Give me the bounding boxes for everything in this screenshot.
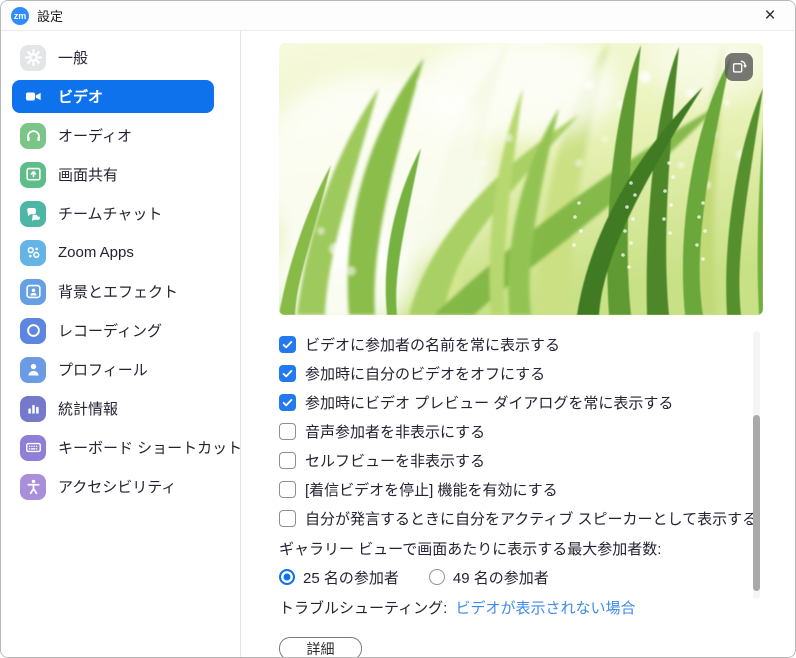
checkbox-label: 自分が発言するときに自分をアクティブ スピーカーとして表示する	[305, 508, 757, 529]
sidebar-item-label: レコーディング	[58, 320, 162, 341]
headphones-icon	[20, 123, 46, 149]
titlebar: zm 設定 ×	[1, 1, 795, 31]
sidebar-item-screen-share[interactable]: 画面共有	[12, 158, 214, 191]
checkbox-label: ビデオに参加者の名前を常に表示する	[305, 334, 560, 355]
sidebar-item-general[interactable]: 一般	[12, 41, 214, 74]
profile-icon	[20, 357, 46, 383]
checkbox-label: 参加時にビデオ プレビュー ダイアログを常に表示する	[305, 392, 673, 413]
checkbox-unchecked[interactable]	[279, 452, 296, 469]
accessibility-icon	[20, 474, 46, 500]
radio-25-participants[interactable]: 25 名の参加者	[279, 567, 399, 588]
close-button[interactable]: ×	[755, 3, 785, 29]
rotate-icon[interactable]	[725, 53, 753, 81]
checkbox-row[interactable]: 音声参加者を非表示にする	[279, 417, 795, 446]
zoom-logo-icon: zm	[11, 7, 29, 25]
radio-49-participants[interactable]: 49 名の参加者	[429, 567, 549, 588]
window-title: 設定	[37, 6, 63, 25]
sidebar-item-video[interactable]: ビデオ	[12, 80, 214, 113]
sidebar-item-profile[interactable]: プロフィール	[12, 353, 214, 386]
checkbox-label: 音声参加者を非表示にする	[305, 421, 485, 442]
checkbox-row[interactable]: [着信ビデオを停止] 機能を有効にする	[279, 475, 795, 504]
checkbox-row[interactable]: セルフビューを非表示する	[279, 446, 795, 475]
advanced-button[interactable]: 詳細	[279, 637, 362, 658]
screen-share-icon	[20, 162, 46, 188]
checkbox-label: 参加時に自分のビデオをオフにする	[305, 363, 545, 384]
sidebar-item-label: キーボード ショートカット	[58, 437, 242, 458]
radio-selected[interactable]	[279, 569, 295, 585]
sidebar-item-accessibility[interactable]: アクセシビリティ	[12, 470, 214, 503]
checkbox-label: [着信ビデオを停止] 機能を有効にする	[305, 479, 558, 500]
record-icon	[20, 318, 46, 344]
sidebar-item-label: 背景とエフェクト	[58, 281, 178, 302]
checkbox-label: セルフビューを非表示する	[305, 450, 485, 471]
sidebar-item-team-chat[interactable]: チームチャット	[12, 197, 214, 230]
troubleshooting-label: トラブルシューティング:	[279, 600, 447, 617]
background-icon	[20, 279, 46, 305]
checkbox-unchecked[interactable]	[279, 481, 296, 498]
checkbox-unchecked[interactable]	[279, 510, 296, 527]
checkbox-row[interactable]: 参加時に自分のビデオをオフにする	[279, 359, 795, 388]
sidebar-item-keyboard-shortcuts[interactable]: キーボード ショートカット	[12, 431, 214, 464]
sidebar-item-label: 統計情報	[58, 398, 118, 419]
video-not-showing-link[interactable]: ビデオが表示されない場合	[455, 600, 635, 617]
sidebar-item-label: アクセシビリティ	[58, 476, 176, 497]
grass-preview-image	[279, 43, 763, 315]
video-settings-panel: ビデオに参加者の名前を常に表示する参加時に自分のビデオをオフにする参加時にビデオ…	[241, 31, 795, 658]
sidebar-item-label: 画面共有	[58, 164, 118, 185]
sidebar-item-statistics[interactable]: 統計情報	[12, 392, 214, 425]
stats-icon	[20, 396, 46, 422]
sidebar-item-label: オーディオ	[58, 125, 132, 146]
sidebar-item-label: プロフィール	[58, 359, 148, 380]
scrollbar-thumb[interactable]	[753, 415, 760, 591]
troubleshooting-row: トラブルシューティング: ビデオが表示されない場合	[279, 597, 795, 621]
scrollbar-track[interactable]	[753, 331, 760, 599]
checkbox-row[interactable]: ビデオに参加者の名前を常に表示する	[279, 330, 795, 359]
checkbox-row[interactable]: 自分が発言するときに自分をアクティブ スピーカーとして表示する	[279, 504, 795, 533]
camera-preview	[279, 43, 763, 315]
video-options-list: ビデオに参加者の名前を常に表示する参加時に自分のビデオをオフにする参加時にビデオ…	[279, 330, 795, 533]
gallery-participants-radio-group: 25 名の参加者 49 名の参加者	[279, 563, 795, 591]
keyboard-icon	[20, 435, 46, 461]
radio-label: 49 名の参加者	[453, 567, 549, 588]
checkbox-checked[interactable]	[279, 394, 296, 411]
sidebar-item-label: チームチャット	[58, 203, 162, 224]
checkbox-unchecked[interactable]	[279, 423, 296, 440]
video-camera-icon	[20, 84, 46, 110]
gallery-max-participants-label: ギャラリー ビューで画面あたりに表示する最大参加者数:	[279, 537, 795, 563]
sidebar-item-label: 一般	[58, 47, 88, 68]
checkbox-row[interactable]: 参加時にビデオ プレビュー ダイアログを常に表示する	[279, 388, 795, 417]
settings-window: zm 設定 × 一般ビデオオーディオ画面共有チームチャット Zoom Apps 背景…	[0, 0, 796, 658]
checkbox-checked[interactable]	[279, 365, 296, 382]
sidebar-item-label: Zoom Apps	[58, 244, 134, 261]
sidebar-item-audio[interactable]: オーディオ	[12, 119, 214, 152]
sidebar-item-label: ビデオ	[58, 86, 103, 107]
checkbox-checked[interactable]	[279, 336, 296, 353]
apps-icon	[20, 240, 46, 266]
gear-icon	[20, 45, 46, 71]
radio-label: 25 名の参加者	[303, 567, 399, 588]
chat-icon	[20, 201, 46, 227]
radio-unselected[interactable]	[429, 569, 445, 585]
sidebar-item-background-effects[interactable]: 背景とエフェクト	[12, 275, 214, 308]
sidebar-item-recording[interactable]: レコーディング	[12, 314, 214, 347]
sidebar: 一般ビデオオーディオ画面共有チームチャット Zoom Apps 背景とエフェクトレコ…	[1, 31, 241, 658]
sidebar-item-zoom-apps[interactable]: Zoom Apps	[12, 236, 214, 269]
